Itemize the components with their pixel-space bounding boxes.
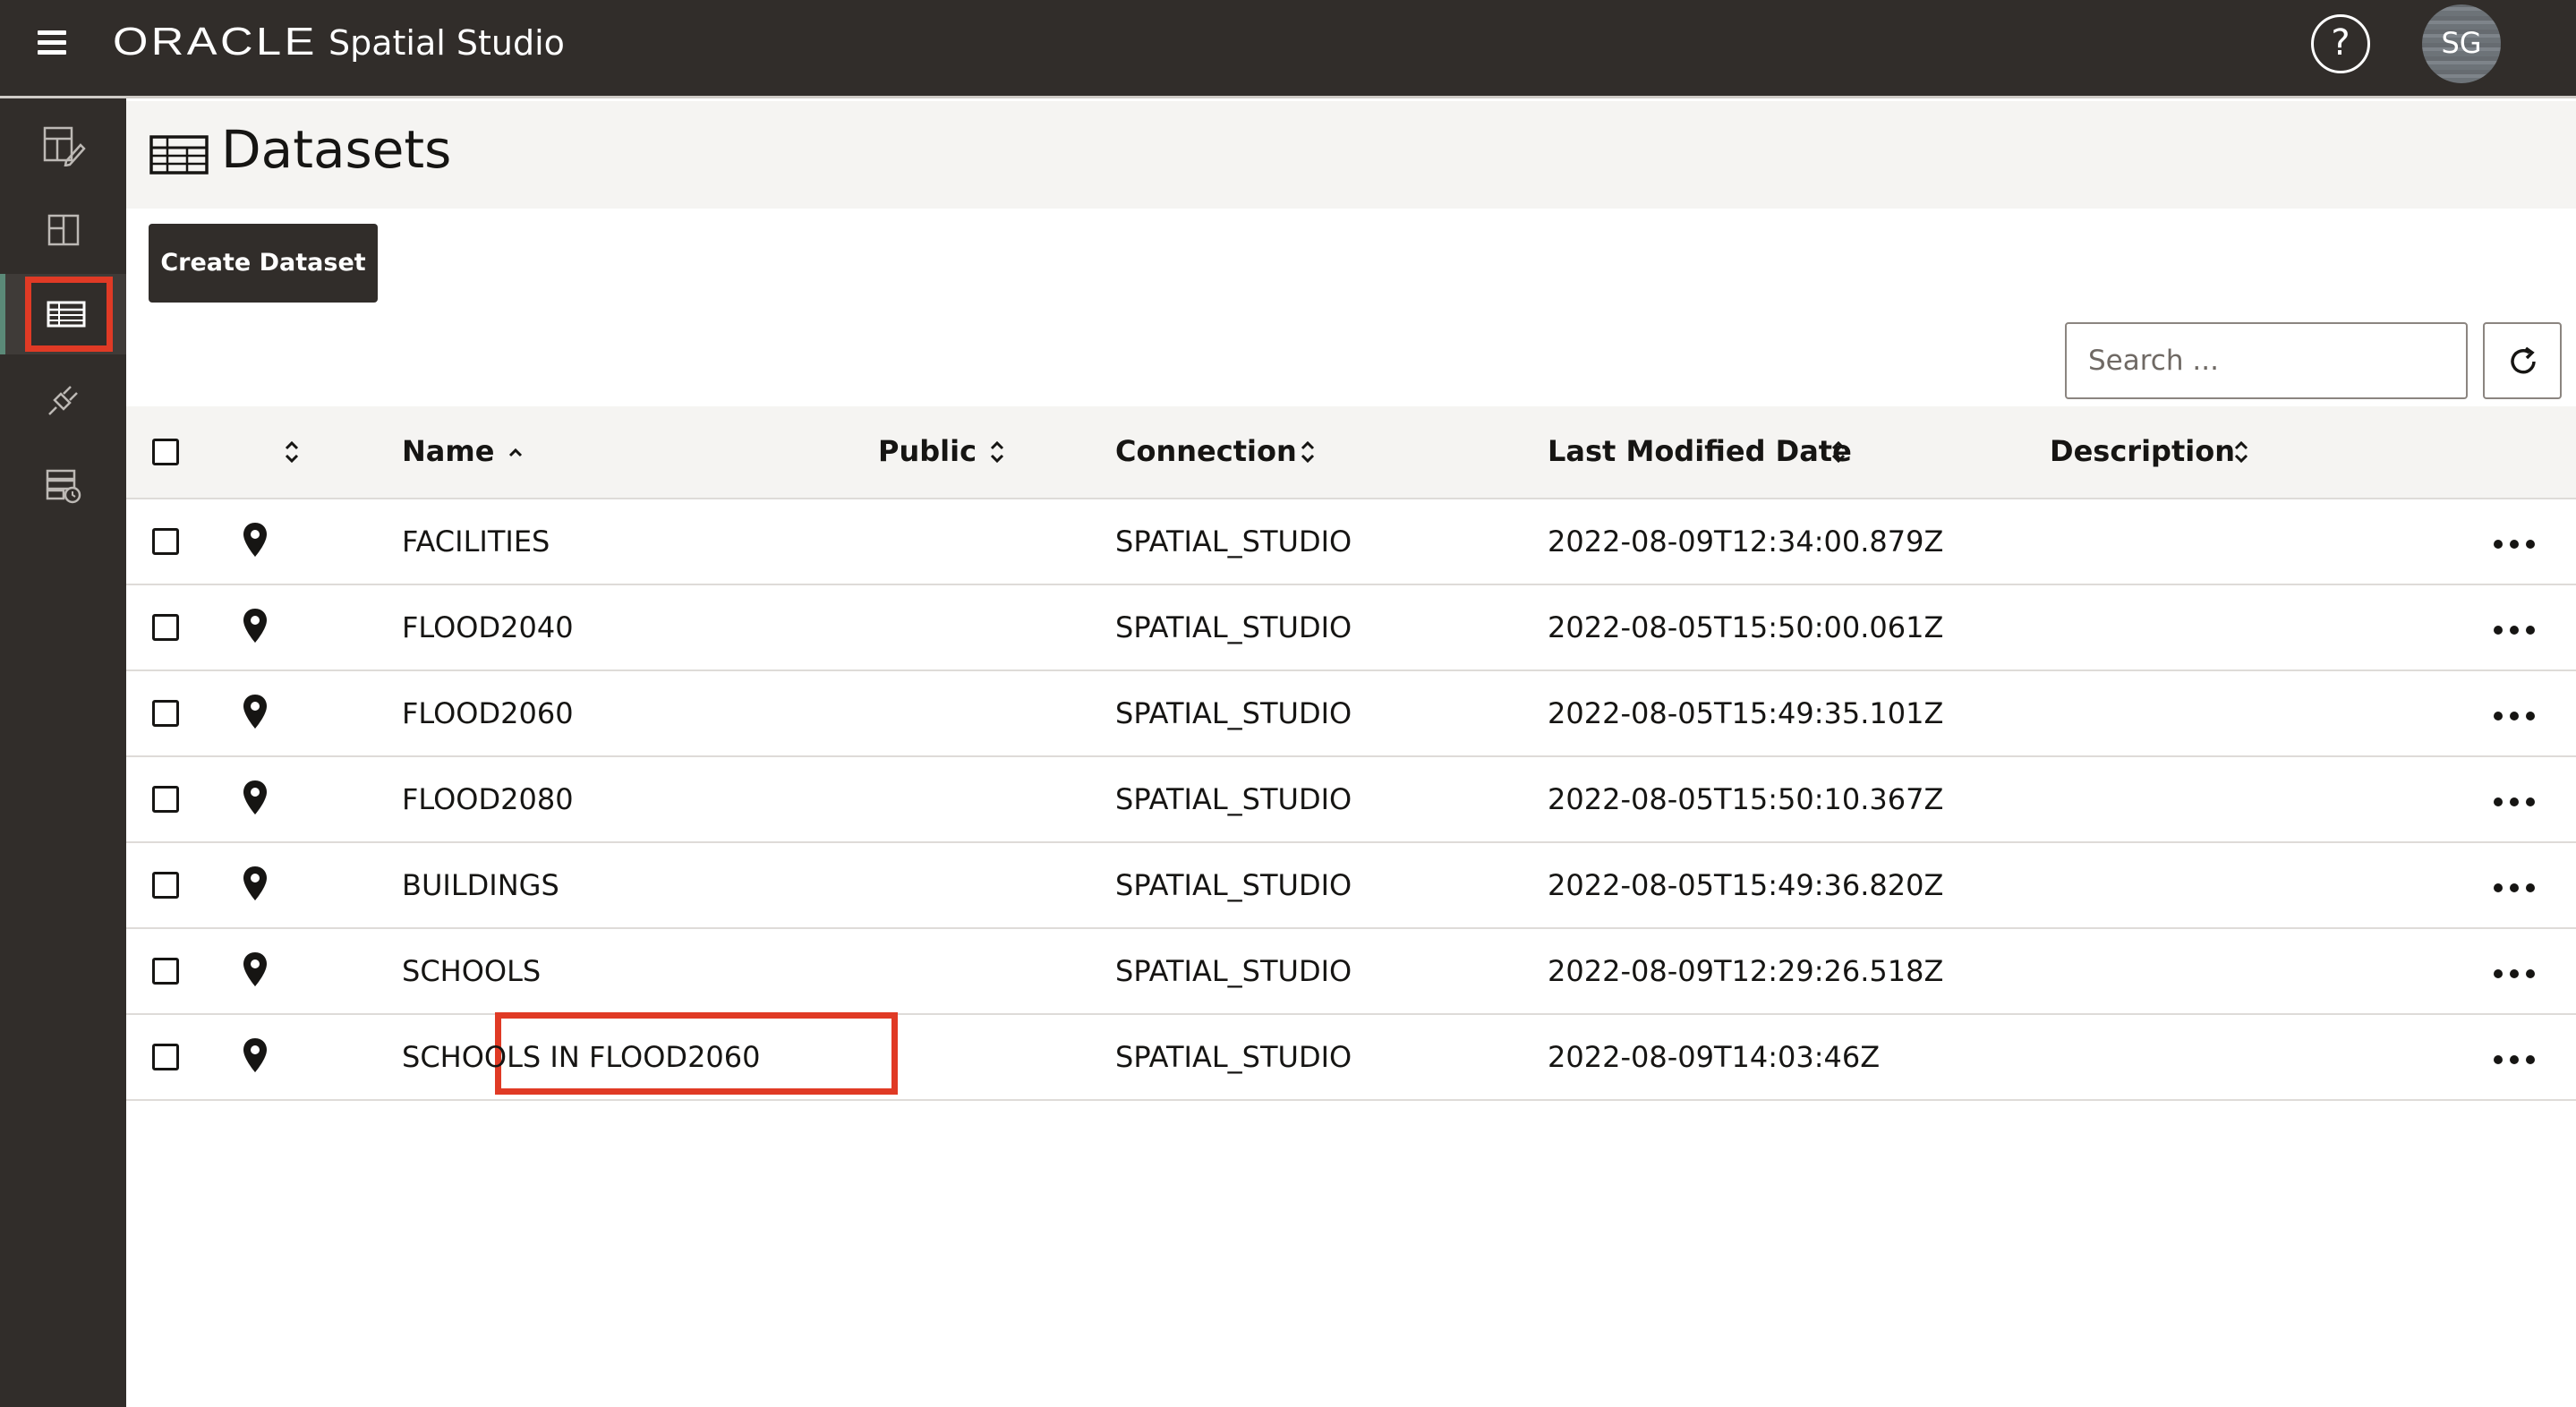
dataset-name[interactable]: FACILITIES [402,499,550,584]
select-all-checkbox[interactable] [152,439,179,465]
more-actions-icon[interactable] [2494,793,2542,806]
more-actions-icon[interactable] [2494,965,2542,978]
refresh-icon [2511,346,2536,374]
plug-icon [47,386,78,415]
dataset-modified: 2022-08-09T14:03:46Z [1548,1040,1881,1074]
server-clock-icon [46,469,81,504]
row-checkbox[interactable] [152,958,179,985]
row-checkbox[interactable] [152,528,179,555]
create-dataset-button[interactable]: Create Dataset [149,224,378,303]
more-actions-icon[interactable] [2494,535,2542,549]
dataset-name[interactable]: SCHOOLS IN FLOOD2060 [402,1015,761,1099]
sidebar-item-connections[interactable] [0,360,126,440]
map-pin-icon [243,695,267,729]
refresh-button[interactable] [2483,322,2562,399]
table-header: Name Public Connection Last Modified Dat… [126,406,2576,499]
search-input[interactable]: Search ... [2065,322,2468,399]
dataset-connection: SPATIAL_STUDIO [1115,954,1352,988]
page-title: Datasets [221,119,452,180]
map-pin-icon [243,952,267,986]
dataset-name[interactable]: FLOOD2040 [402,585,574,669]
product-name: Spatial Studio [328,23,565,63]
table-row[interactable]: FACILITIES SPATIAL_STUDIO 2022-08-09T12:… [126,499,2576,585]
dataset-connection: SPATIAL_STUDIO [1115,868,1352,902]
dataset-name[interactable]: SCHOOLS [402,929,541,1013]
sort-public-icon[interactable] [987,439,1007,465]
more-actions-icon[interactable] [2494,621,2542,635]
table-row[interactable]: SCHOOLS IN FLOOD2060 SPATIAL_STUDIO 2022… [126,1012,2576,1101]
brand-logo[interactable]: ORACLE Spatial Studio [113,20,565,64]
sidebar-item-projects[interactable] [0,106,126,186]
dataset-connection: SPATIAL_STUDIO [1115,782,1352,816]
page-header: Datasets [126,101,2576,209]
map-pin-icon [243,780,267,814]
table-row[interactable]: FLOOD2080 SPATIAL_STUDIO 2022-08-05T15:5… [126,757,2576,843]
dataset-modified: 2022-08-05T15:50:00.061Z [1548,610,1944,644]
dataset-modified: 2022-08-05T15:49:36.820Z [1548,868,1944,902]
sort-connection-icon[interactable] [1298,439,1318,465]
map-pin-icon [243,1038,267,1072]
column-header-public[interactable]: Public [878,406,977,499]
map-pin-icon [243,866,267,900]
column-header-description[interactable]: Description [2050,406,2235,499]
dataset-name[interactable]: FLOOD2080 [402,757,574,841]
sort-modified-icon[interactable] [1829,439,1848,465]
hamburger-menu-icon[interactable] [38,30,66,55]
table-icon [47,301,85,328]
row-checkbox[interactable] [152,700,179,727]
row-checkbox[interactable] [152,786,179,813]
dataset-connection: SPATIAL_STUDIO [1115,610,1352,644]
table-row[interactable]: FLOOD2040 SPATIAL_STUDIO 2022-08-05T15:5… [126,585,2576,671]
row-checkbox[interactable] [152,872,179,899]
dataset-connection: SPATIAL_STUDIO [1115,696,1352,730]
user-avatar[interactable]: SG [2422,4,2501,83]
table-row[interactable]: FLOOD2060 SPATIAL_STUDIO 2022-08-05T15:4… [126,671,2576,757]
dataset-connection: SPATIAL_STUDIO [1115,1040,1352,1074]
oracle-wordmark: ORACLE [113,20,318,64]
column-header-connection[interactable]: Connection [1115,406,1297,499]
dataset-modified: 2022-08-09T12:34:00.879Z [1548,524,1944,559]
table-row[interactable]: BUILDINGS SPATIAL_STUDIO 2022-08-05T15:4… [126,843,2576,929]
dataset-modified: 2022-08-09T12:29:26.518Z [1548,954,1944,988]
dataset-connection: SPATIAL_STUDIO [1115,524,1352,559]
sort-ascending-icon[interactable] [506,442,525,462]
table-row[interactable]: SCHOOLS SPATIAL_STUDIO 2022-08-09T12:29:… [126,929,2576,1015]
project-edit-icon [43,126,86,166]
sidebar-item-layouts[interactable] [0,190,126,270]
layout-icon [47,214,79,246]
dataset-modified: 2022-08-05T15:50:10.367Z [1548,782,1944,816]
more-actions-icon[interactable] [2494,1051,2542,1064]
column-header-name[interactable]: Name [402,406,494,499]
sidebar-item-datasets[interactable] [0,274,126,354]
map-pin-icon [243,523,267,557]
sidebar-item-jobs[interactable] [0,446,126,526]
map-pin-icon [243,609,267,643]
more-actions-icon[interactable] [2494,707,2542,721]
datasets-table-icon [149,135,209,175]
column-header-last-modified[interactable]: Last Modified Date [1548,406,1852,499]
row-checkbox[interactable] [152,1044,179,1070]
left-navigation-rail [0,98,126,1407]
help-icon[interactable]: ? [2311,14,2370,73]
top-header: ORACLE Spatial Studio ? SG [0,0,2576,98]
dataset-name[interactable]: FLOOD2060 [402,671,574,755]
row-checkbox[interactable] [152,614,179,641]
more-actions-icon[interactable] [2494,879,2542,892]
sort-description-icon[interactable] [2231,439,2251,465]
dataset-modified: 2022-08-05T15:49:35.101Z [1548,696,1944,730]
dataset-name[interactable]: BUILDINGS [402,843,559,927]
sort-type-icon[interactable] [282,439,302,465]
